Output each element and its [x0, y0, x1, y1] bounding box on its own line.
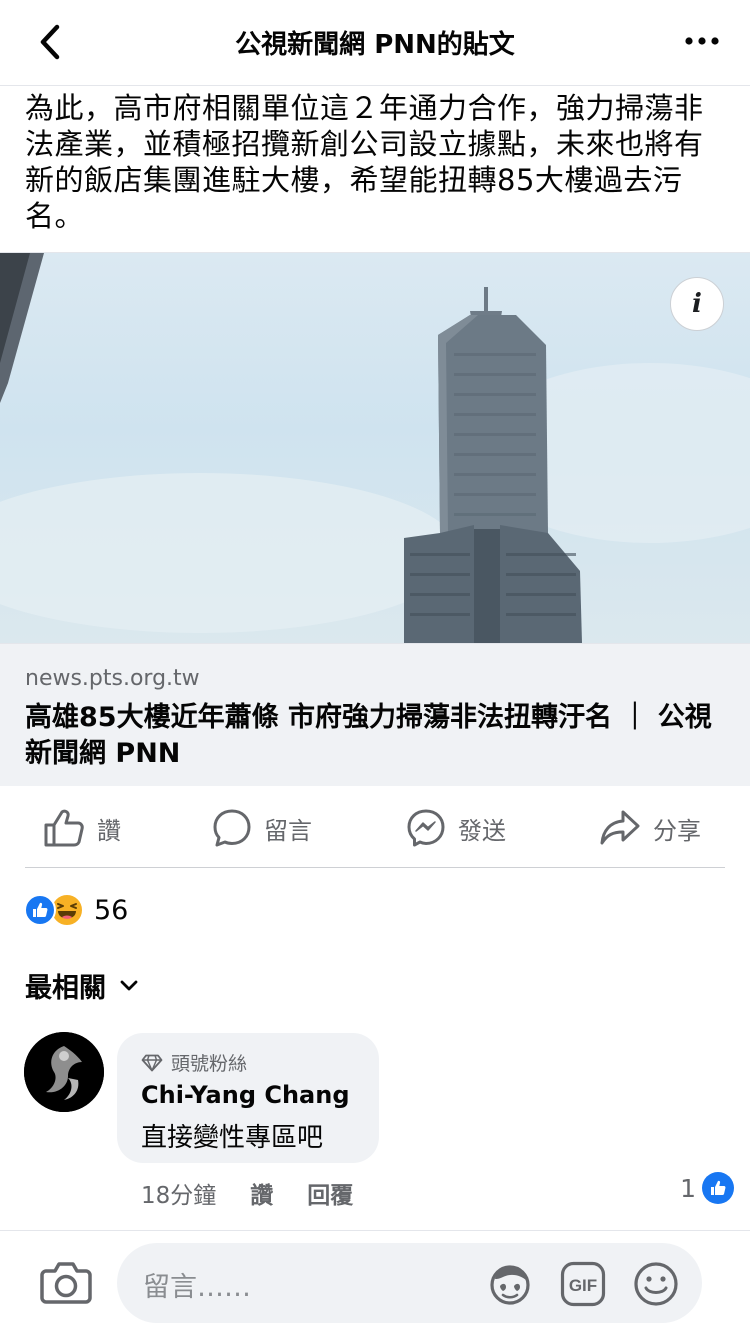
comment-like-button[interactable]: 讚	[250, 1176, 273, 1210]
link-domain: news.pts.org.tw	[25, 666, 200, 691]
top-navigation-bar: 公視新聞網 PNN的貼文	[0, 0, 750, 86]
camera-button[interactable]	[40, 1259, 92, 1307]
avatar-image	[24, 1032, 104, 1112]
share-arrow-icon	[600, 810, 640, 845]
comment-meta: 18分鐘 讚 回覆	[141, 1176, 353, 1210]
comment-like-count: 1	[680, 1173, 696, 1203]
avatar[interactable]	[24, 1032, 104, 1112]
send-label: 發送	[458, 816, 506, 845]
link-preview-card[interactable]: news.pts.org.tw 高雄85大樓近年蕭條 市府強力掃蕩非法扭轉汙名 …	[0, 643, 750, 786]
info-button[interactable]: i	[670, 277, 724, 331]
commenter-name[interactable]: Chi-Yang Chang	[141, 1081, 350, 1109]
link-preview-image[interactable]: i	[0, 253, 750, 643]
more-dots-icon	[685, 37, 719, 45]
like-button[interactable]: 讚	[43, 806, 121, 850]
tower-photo	[0, 253, 750, 643]
like-label: 讚	[97, 816, 121, 845]
reaction-count: 56	[94, 894, 129, 926]
post-action-bar: 讚 留言 發送 分享	[25, 790, 725, 868]
comment-input[interactable]: 留言…… GIF	[117, 1243, 702, 1323]
top-fan-badge: 頭號粉絲	[141, 1049, 247, 1076]
badge-label: 頭號粉絲	[171, 1053, 248, 1075]
more-options-button[interactable]	[682, 26, 722, 56]
comment-reply-button[interactable]: 回覆	[307, 1176, 353, 1210]
emoji-icon[interactable]	[633, 1261, 679, 1307]
camera-icon	[40, 1262, 92, 1304]
diamond-icon	[141, 1054, 163, 1071]
comment-bubble-icon	[213, 809, 251, 847]
comment-sort-dropdown[interactable]: 最相關	[25, 966, 138, 1005]
svg-text:GIF: GIF	[569, 1276, 597, 1295]
gif-icon[interactable]: GIF	[560, 1261, 606, 1307]
share-button[interactable]: 分享	[599, 806, 701, 850]
comment-reaction-count[interactable]: 1	[680, 1172, 734, 1204]
comment-time: 18分鐘	[141, 1183, 217, 1209]
comment-text: 直接變性專區吧	[141, 1123, 324, 1153]
comment-bubble[interactable]: 頭號粉絲 Chi-Yang Chang 直接變性專區吧	[117, 1033, 379, 1163]
post-body-text: 為此，高市府相關單位這２年通力合作，強力掃蕩非法產業，並積極招攬新創公司設立據點…	[25, 91, 704, 233]
link-title[interactable]: 高雄85大樓近年蕭條 市府強力掃蕩非法扭轉汙名 ｜ 公視新聞網 PNN	[25, 700, 725, 772]
sort-label: 最相關	[25, 973, 106, 1004]
thumbs-up-icon	[44, 809, 84, 847]
share-label: 分享	[653, 816, 701, 845]
like-reaction-icon	[24, 894, 56, 926]
reaction-summary[interactable]: 56	[24, 890, 128, 930]
messenger-icon	[407, 809, 445, 847]
send-button[interactable]: 發送	[406, 806, 506, 850]
page-title: 公視新聞網 PNN的貼文	[235, 30, 515, 60]
comment-label: 留言	[264, 816, 312, 845]
avatar-sticker-icon[interactable]	[487, 1261, 533, 1307]
comment-button[interactable]: 留言	[212, 806, 312, 850]
like-reaction-icon	[702, 1172, 734, 1204]
chevron-down-icon	[120, 980, 138, 990]
comment-input-placeholder: 留言……	[143, 1272, 251, 1303]
comment-compose-bar: 留言…… GIF	[0, 1230, 750, 1334]
